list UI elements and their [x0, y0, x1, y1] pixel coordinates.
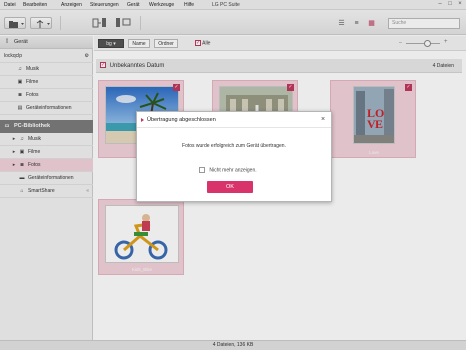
- dont-show-again-checkbox[interactable]: Nicht mehr anzeigen.: [199, 167, 257, 173]
- dialog-title: Übertragung abgeschlossen: [147, 117, 216, 123]
- dialog-close-icon[interactable]: ×: [319, 116, 327, 124]
- title-bullet-icon: [141, 118, 144, 122]
- checkbox-box[interactable]: [199, 167, 205, 173]
- ok-button[interactable]: OK: [207, 181, 253, 193]
- dialog-message: Fotos wurde erfolgreich zum Gerät übertr…: [182, 143, 286, 149]
- dialog-header: Übertragung abgeschlossen: [137, 112, 331, 128]
- checkbox-label: Nicht mehr anzeigen.: [209, 167, 257, 174]
- transfer-complete-dialog: Übertragung abgeschlossen × Fotos wurde …: [136, 111, 332, 202]
